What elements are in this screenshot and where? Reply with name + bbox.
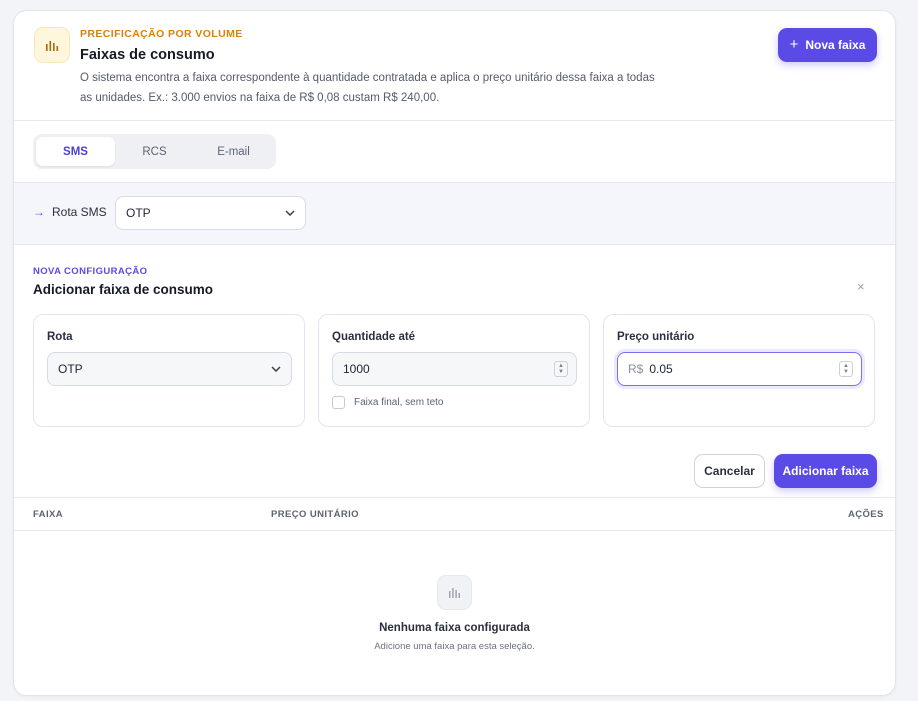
bar-chart-icon bbox=[437, 575, 472, 610]
price-value: 0.05 bbox=[649, 362, 673, 376]
route-filter-select[interactable]: OTP bbox=[115, 196, 306, 230]
route-filter-row: → Rota SMS OTP bbox=[14, 183, 895, 245]
header-description: O sistema encontra a faixa correspondent… bbox=[80, 72, 655, 104]
arrow-right-icon: → bbox=[33, 205, 45, 219]
route-filter-value: OTP bbox=[126, 206, 151, 220]
tab-email[interactable]: E-mail bbox=[194, 137, 273, 166]
final-tier-option: Faixa final, sem teto bbox=[332, 396, 443, 409]
chevron-down-icon bbox=[285, 210, 295, 216]
price-field-card: Preço unitário R$ 0.05 ▲ ▼ bbox=[603, 314, 875, 427]
config-eyebrow: NOVA CONFIGURAÇÃO bbox=[33, 266, 148, 277]
final-tier-label: Faixa final, sem teto bbox=[354, 397, 444, 408]
channel-tabs: SMS RCS E-mail bbox=[33, 134, 276, 169]
column-header-tier: FAIXA bbox=[33, 509, 63, 520]
page-title: Faixas de consumo bbox=[80, 47, 215, 63]
card-header: PRECIFICAÇÃO POR VOLUME Faixas de consum… bbox=[14, 11, 895, 121]
pricing-tiers-card: PRECIFICAÇÃO POR VOLUME Faixas de consum… bbox=[13, 10, 896, 696]
header-eyebrow: PRECIFICAÇÃO POR VOLUME bbox=[80, 28, 243, 40]
final-tier-checkbox[interactable] bbox=[332, 396, 345, 409]
config-title: Adicionar faixa de consumo bbox=[33, 282, 214, 297]
empty-state-title: Nenhuma faixa configurada bbox=[379, 622, 530, 634]
quantity-field-card: Quantidade até 1000 ▲ ▼ Faixa final, sem … bbox=[318, 314, 590, 427]
price-stepper[interactable]: ▲ ▼ bbox=[839, 361, 853, 377]
quantity-value: 1000 bbox=[343, 362, 370, 376]
tab-sms[interactable]: SMS bbox=[36, 137, 115, 166]
close-icon[interactable]: × bbox=[857, 279, 865, 294]
quantity-stepper[interactable]: ▲ ▼ bbox=[554, 361, 568, 377]
new-tier-label: Nova faixa bbox=[805, 38, 866, 52]
bar-chart-icon bbox=[34, 27, 70, 63]
route-filter-label: → Rota SMS bbox=[33, 205, 107, 219]
route-select-value: OTP bbox=[58, 362, 83, 376]
route-field-label: Rota bbox=[47, 331, 73, 343]
route-filter-text: Rota SMS bbox=[52, 205, 107, 219]
empty-state-subtitle: Adicione uma faixa para esta seleção. bbox=[374, 641, 535, 652]
channel-tabs-row: SMS RCS E-mail bbox=[14, 121, 895, 183]
new-config-section: NOVA CONFIGURAÇÃO Adicionar faixa de con… bbox=[14, 245, 895, 497]
price-input[interactable]: R$ 0.05 ▲ ▼ bbox=[617, 352, 862, 386]
tiers-table-header: FAIXA PREÇO UNITÁRIO AÇÕES bbox=[14, 497, 895, 531]
add-tier-button[interactable]: Adicionar faixa bbox=[774, 454, 877, 488]
price-field-label: Preço unitário bbox=[617, 331, 695, 343]
tab-rcs[interactable]: RCS bbox=[115, 137, 194, 166]
new-tier-button[interactable]: + Nova faixa bbox=[778, 28, 877, 62]
empty-state: Nenhuma faixa configurada Adicione uma f… bbox=[14, 531, 895, 695]
plus-icon: + bbox=[789, 36, 799, 53]
quantity-field-label: Quantidade até bbox=[332, 331, 416, 343]
column-header-price: PREÇO UNITÁRIO bbox=[271, 509, 359, 520]
cancel-button[interactable]: Cancelar bbox=[694, 454, 765, 488]
column-header-actions: AÇÕES bbox=[848, 509, 884, 520]
quantity-input[interactable]: 1000 ▲ ▼ bbox=[332, 352, 577, 386]
route-select[interactable]: OTP bbox=[47, 352, 292, 386]
currency-prefix: R$ bbox=[628, 362, 644, 376]
route-field-card: Rota OTP bbox=[33, 314, 305, 427]
chevron-down-icon bbox=[271, 366, 281, 372]
